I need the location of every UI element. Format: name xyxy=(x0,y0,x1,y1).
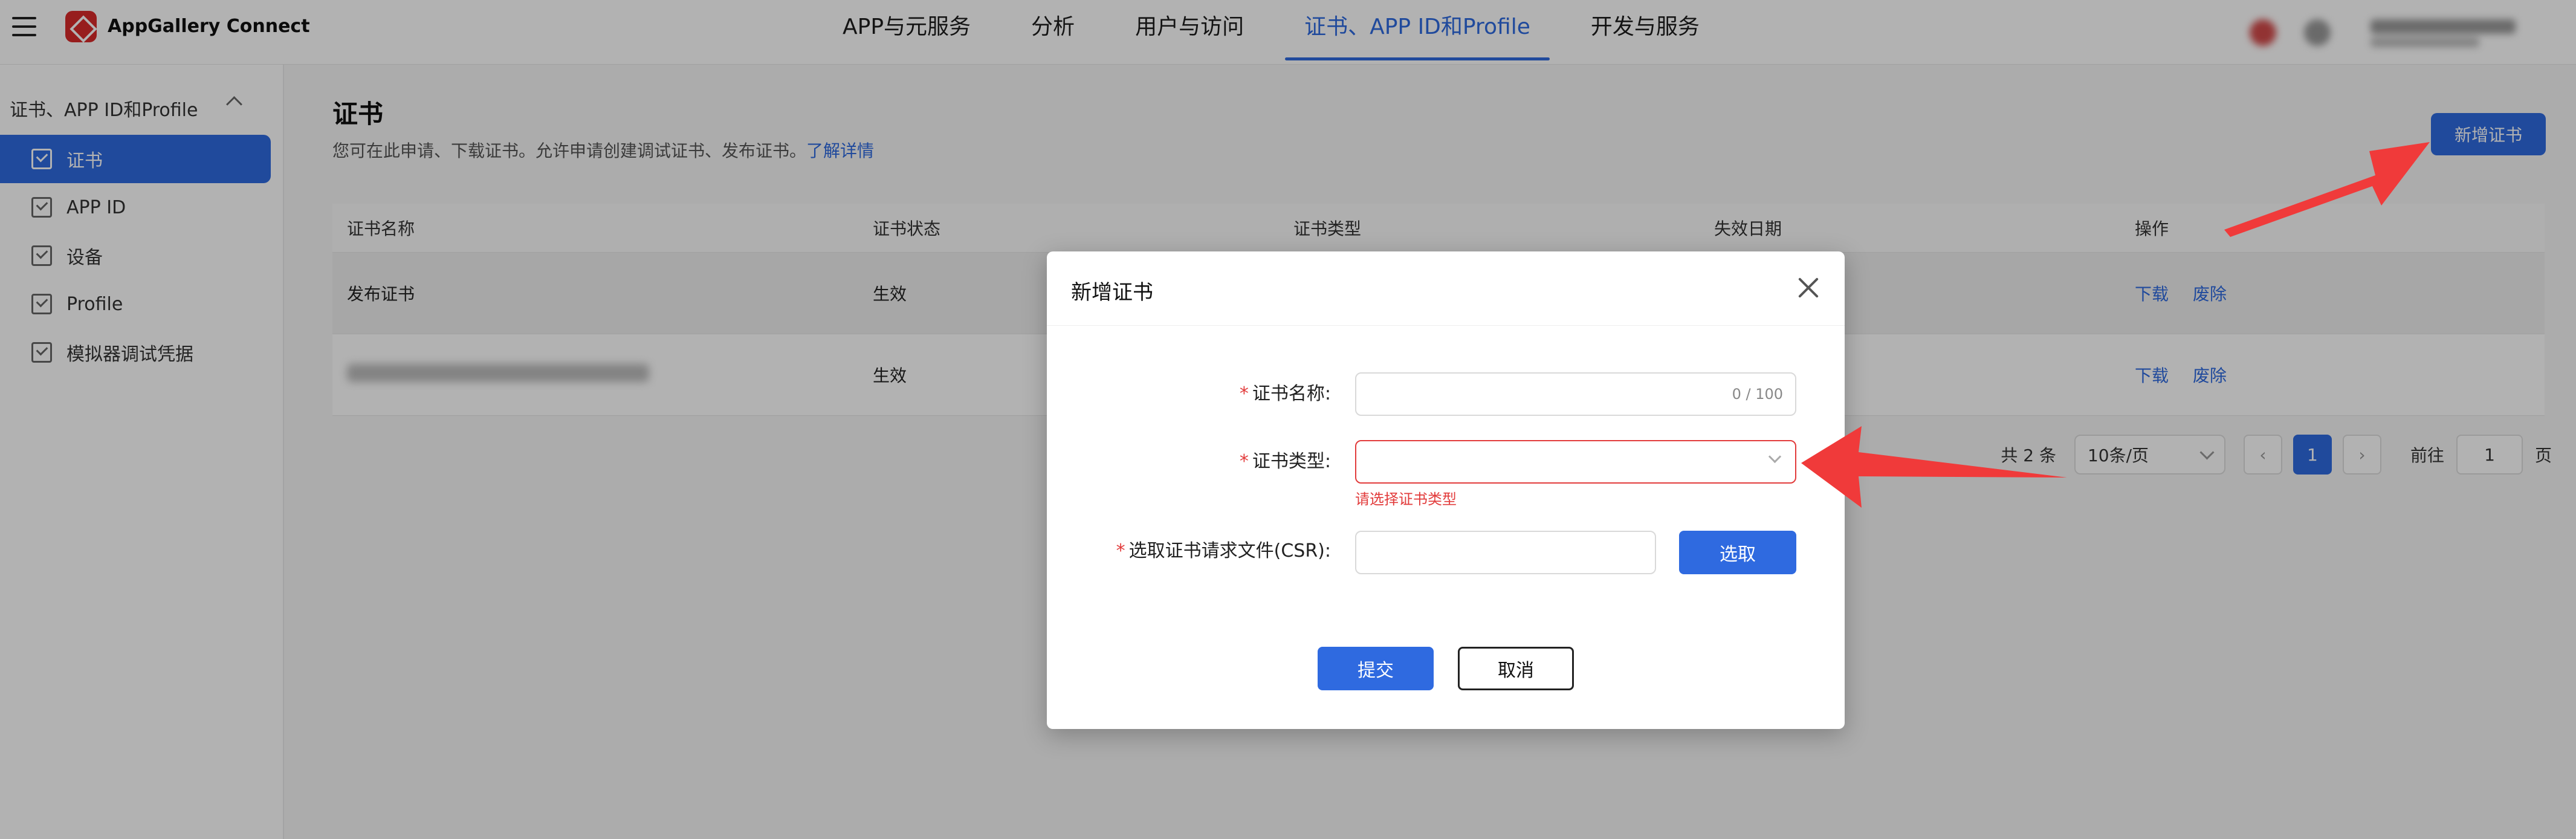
annotation-arrows xyxy=(1801,142,2430,508)
annotation-arrow-cert-type xyxy=(1801,426,2067,508)
annotation-arrow-new-button xyxy=(2224,142,2430,237)
